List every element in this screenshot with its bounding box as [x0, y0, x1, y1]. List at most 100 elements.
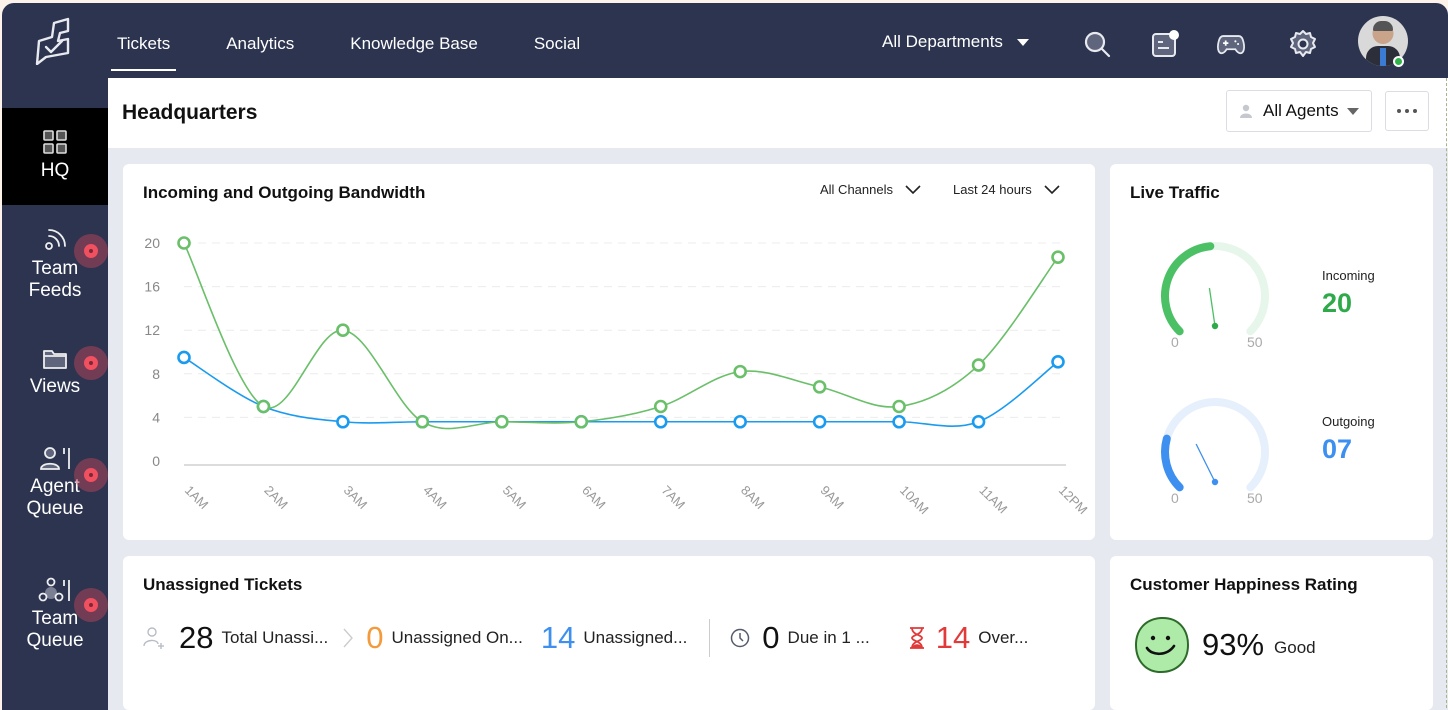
sidebar-item-label: Views [29, 376, 81, 397]
user-icon [1240, 104, 1252, 118]
x-tick-label: 10AM [897, 483, 932, 518]
top-bar: Tickets Analytics Knowledge Base Social … [2, 3, 1448, 78]
dot [1413, 109, 1417, 113]
sidebar-item-label: HQ [40, 160, 70, 181]
gamepad-icon[interactable] [1216, 29, 1246, 59]
gauge-track [1161, 398, 1269, 492]
agents-filter-select[interactable]: All Agents [1226, 90, 1372, 132]
clock-icon [731, 628, 750, 648]
overdue-label[interactable]: Over... [978, 628, 1028, 648]
gauge-needle-pivot [1211, 478, 1219, 486]
hourglass-icon [909, 627, 924, 649]
sidebar-item-label: Queue [26, 630, 84, 651]
settings-icon[interactable] [1288, 29, 1318, 59]
incoming-data-point [177, 236, 191, 250]
live-traffic-title: Live Traffic [1130, 183, 1220, 202]
outgoing-data-point [971, 414, 986, 429]
notification-badge [74, 458, 108, 492]
gauge-min-label: 0 [1171, 490, 1179, 506]
incoming-data-point [733, 364, 747, 379]
nav-tab-social[interactable]: Social [534, 3, 580, 78]
agent-queue-icon [40, 447, 70, 470]
due-count[interactable]: 0 [762, 620, 779, 656]
outgoing-value: 07 [1322, 434, 1353, 464]
incoming-gauge [1161, 242, 1269, 336]
main-nav: Tickets Analytics Knowledge Base Social [110, 3, 636, 78]
unassigned-online-label[interactable]: Unassigned On... [392, 628, 523, 648]
gauge-needle-pivot [1211, 322, 1219, 330]
add-user-icon [143, 627, 164, 649]
incoming-data-point [256, 399, 271, 414]
sidebar-item-label: Agent [30, 476, 80, 497]
dot [1405, 109, 1409, 113]
sidebar-item-label: Team [31, 608, 79, 629]
unassigned-title: Unassigned Tickets [143, 575, 303, 594]
incoming-data-point [574, 414, 589, 429]
unassigned-other-label[interactable]: Unassigned... [583, 628, 687, 648]
bandwidth-card: Incoming and Outgoing Bandwidth All Chan… [123, 164, 1095, 540]
unassigned-other-count[interactable]: 14 [541, 620, 575, 656]
incoming-series-line [183, 242, 1059, 430]
happiness-title: Customer Happiness Rating [1130, 575, 1358, 594]
incoming-data-point [812, 380, 827, 394]
notification-badge [74, 234, 108, 268]
department-select[interactable]: All Departments [882, 32, 1029, 52]
agents-filter-label: All Agents [1263, 101, 1339, 120]
overdue-count[interactable]: 14 [936, 620, 970, 656]
caret-down-icon [1016, 38, 1029, 46]
smiley-face-icon [1134, 616, 1190, 674]
gauge-min-label: 0 [1171, 334, 1179, 350]
nav-tab-tickets[interactable]: Tickets [110, 3, 177, 78]
search-icon[interactable] [1082, 29, 1112, 59]
chevron-right-icon [343, 628, 354, 648]
outgoing-data-point [892, 414, 906, 429]
total-unassigned-count[interactable]: 28 [179, 620, 213, 656]
outgoing-data-point [1051, 355, 1065, 369]
gauge-max-label: 50 [1247, 490, 1263, 506]
x-tick-label: 2AM [261, 483, 291, 513]
outgoing-label: Outgoing [1322, 414, 1375, 429]
x-tick-label: 9AM [818, 483, 848, 513]
caret-down-icon [1346, 107, 1359, 115]
gauge-needle [1195, 443, 1216, 483]
incoming-data-point [971, 358, 986, 372]
gauge-value-arc [1161, 242, 1215, 336]
y-tick-label: 20 [144, 235, 160, 251]
incoming-value: 20 [1322, 288, 1353, 318]
total-unassigned-label[interactable]: Total Unassi... [221, 628, 328, 648]
outgoing-data-point [653, 414, 668, 429]
due-label[interactable]: Due in 1 ... [788, 628, 870, 648]
happiness-rating-card: Customer Happiness Rating 93% Good [1110, 556, 1433, 710]
gauge-needle [1208, 287, 1216, 327]
outgoing-data-point [812, 414, 827, 429]
notifications-icon[interactable] [1150, 29, 1180, 59]
gauge-value-arc [1161, 434, 1184, 492]
happiness-percent: 93% [1202, 627, 1265, 662]
divider [709, 619, 711, 657]
desk-logo-icon[interactable] [32, 17, 76, 65]
nav-tab-knowledge-base[interactable]: Knowledge Base [350, 3, 478, 78]
gauge-max-label: 50 [1247, 334, 1263, 350]
unassigned-stats: 28 Total Unassi... 0 Unassigned On... 14… [143, 618, 1046, 658]
notification-badge [74, 588, 108, 622]
more-options-button[interactable] [1385, 91, 1429, 131]
incoming-data-point [653, 399, 668, 414]
bandwidth-line-chart: 0 4 8 12 16 20 1AM 2AM 3AM 4AM 5AM 6AM 7AM 8AM 9AM 10AM… [144, 235, 1091, 518]
x-tick-label: 1AM [182, 483, 212, 513]
y-tick-label: 12 [144, 322, 160, 338]
happiness-summary: 93% Good [1134, 616, 1316, 674]
x-tick-label: 12PM [1056, 483, 1091, 518]
incoming-data-point [892, 399, 906, 414]
folder-icon [43, 350, 67, 369]
unassigned-online-count[interactable]: 0 [366, 620, 383, 656]
y-tick-label: 16 [144, 279, 160, 295]
incoming-data-point [415, 414, 430, 429]
sidebar-item-hq[interactable]: HQ [2, 108, 108, 205]
x-tick-label: 5AM [500, 483, 530, 513]
unassigned-tickets-card: Unassigned Tickets 28 Total Unassi... 0 … [123, 556, 1095, 710]
x-tick-label: 8AM [738, 483, 768, 513]
x-tick-label: 4AM [420, 483, 450, 513]
y-tick-label: 4 [152, 409, 160, 425]
y-tick-label: 0 [152, 453, 160, 469]
nav-tab-analytics[interactable]: Analytics [226, 3, 294, 78]
